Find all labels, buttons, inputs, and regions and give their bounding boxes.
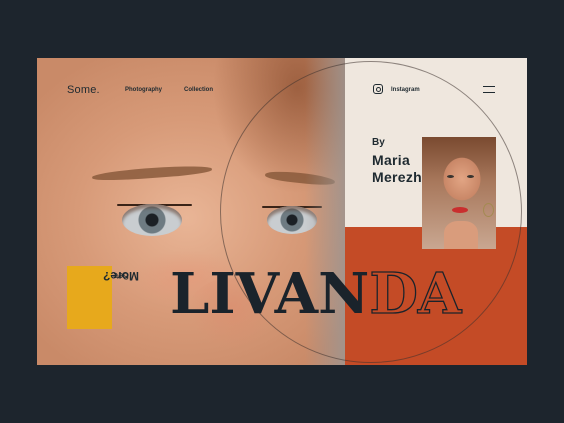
instagram-icon[interactable] [373, 84, 383, 94]
site-logo[interactable]: Some. [67, 84, 100, 96]
author-prefix: By [372, 137, 385, 148]
instagram-link[interactable]: Instagram [391, 87, 420, 93]
nav-photography[interactable]: Photography [125, 87, 162, 93]
hero-title-outline: DA [369, 261, 462, 327]
hero-canvas: Some. Photography Collection Instagram B… [37, 58, 527, 365]
hero-title: LIVANDA [170, 261, 462, 327]
portrait-lips [452, 207, 468, 213]
left-eyebrow [91, 163, 213, 183]
nav-collection[interactable]: Collection [184, 87, 213, 93]
left-eye [122, 204, 182, 236]
see-more-button[interactable]: See More? [67, 266, 139, 329]
portrait-neck [444, 221, 478, 249]
portrait-eye-right [467, 175, 474, 178]
portrait-thumbnail [422, 137, 496, 249]
hamburger-menu-icon[interactable] [483, 86, 495, 94]
hero-title-solid: LIVAN [170, 261, 370, 327]
portrait-eye-left [447, 175, 454, 178]
portrait-earring [483, 203, 494, 217]
